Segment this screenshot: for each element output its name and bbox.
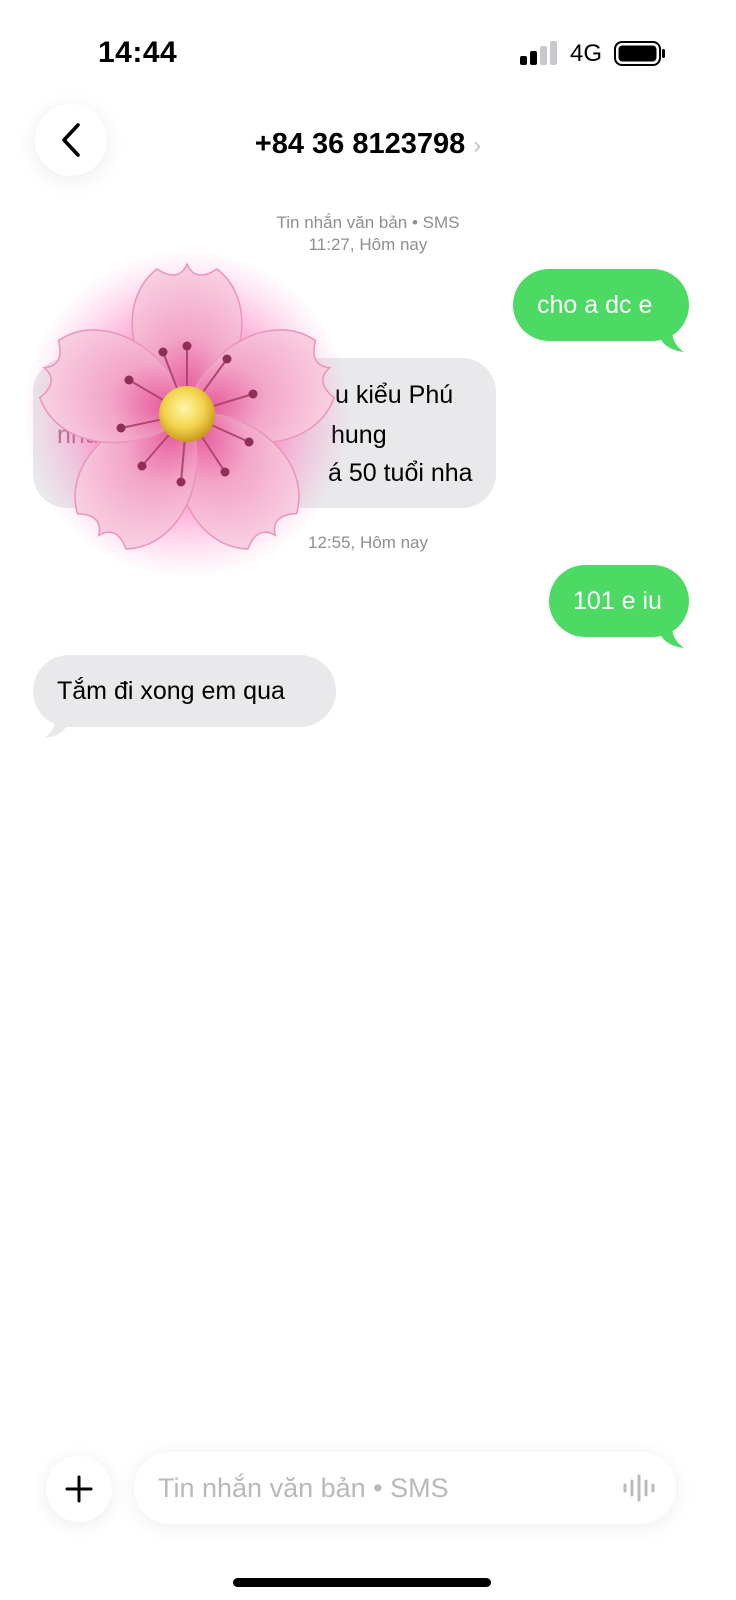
message-line: hung	[331, 421, 387, 449]
incoming-message[interactable]: u kiểu Phú như hung á 50 tuổi nha	[33, 358, 496, 508]
message-line: u kiểu Phú	[335, 381, 454, 409]
chevron-right-icon: ›	[473, 132, 482, 159]
network-type: 4G	[570, 40, 603, 67]
add-attachment-button[interactable]	[46, 1456, 112, 1522]
waveform-icon[interactable]	[622, 1474, 656, 1502]
message-line: á 50 tuổi nha	[328, 459, 473, 487]
status-time: 14:44	[98, 36, 178, 69]
contact-number: +84 36 8123798	[254, 128, 466, 160]
contact-title[interactable]: +84 36 8123798 ›	[0, 128, 736, 161]
message-type-label: Tin nhắn văn bản • SMS	[276, 213, 460, 232]
timestamp: 12:55, Hôm nay	[307, 533, 428, 552]
bubble-tail	[660, 626, 684, 648]
message-input[interactable]	[158, 1452, 598, 1524]
message-meta: Tin nhắn văn bản • SMS 11:27, Hôm nay	[0, 212, 736, 256]
bubble-tail	[44, 716, 68, 738]
message-text: Tắm đi xong em qua	[57, 677, 285, 705]
message-line: như	[57, 421, 102, 449]
incoming-message[interactable]: Tắm đi xong em qua	[33, 655, 336, 727]
bubble-tail	[660, 330, 684, 352]
timestamp: 11:27, Hôm nay	[308, 235, 428, 254]
message-text: cho a dc e	[537, 291, 653, 319]
message-composer[interactable]	[134, 1452, 676, 1524]
signal-icon	[520, 41, 560, 65]
message-text: 101 e iu	[573, 587, 662, 615]
home-indicator	[233, 1578, 491, 1587]
plus-icon	[65, 1475, 93, 1503]
battery-icon	[614, 41, 665, 66]
